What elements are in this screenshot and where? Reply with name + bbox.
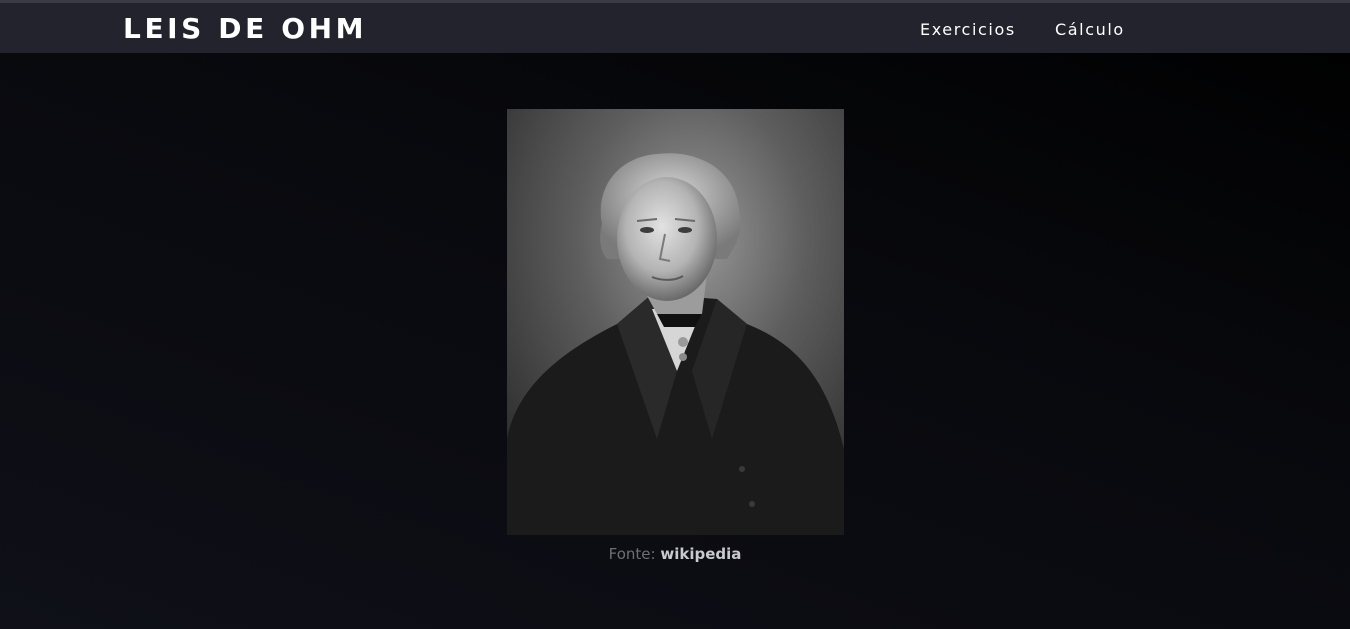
credit-link-wikipedia[interactable]: wikipedia [660, 545, 741, 563]
portrait-image [507, 109, 844, 535]
nav-link-calculo[interactable]: Cálculo [1055, 19, 1125, 41]
image-credit: Fonte: wikipedia [0, 544, 1350, 564]
top-navigation-bar: LEIS DE OHM Exercicios Cálculo [0, 0, 1350, 53]
credit-label: Fonte: [608, 545, 656, 563]
site-title[interactable]: LEIS DE OHM [123, 11, 367, 47]
nav-link-exercicios[interactable]: Exercicios [920, 19, 1016, 41]
